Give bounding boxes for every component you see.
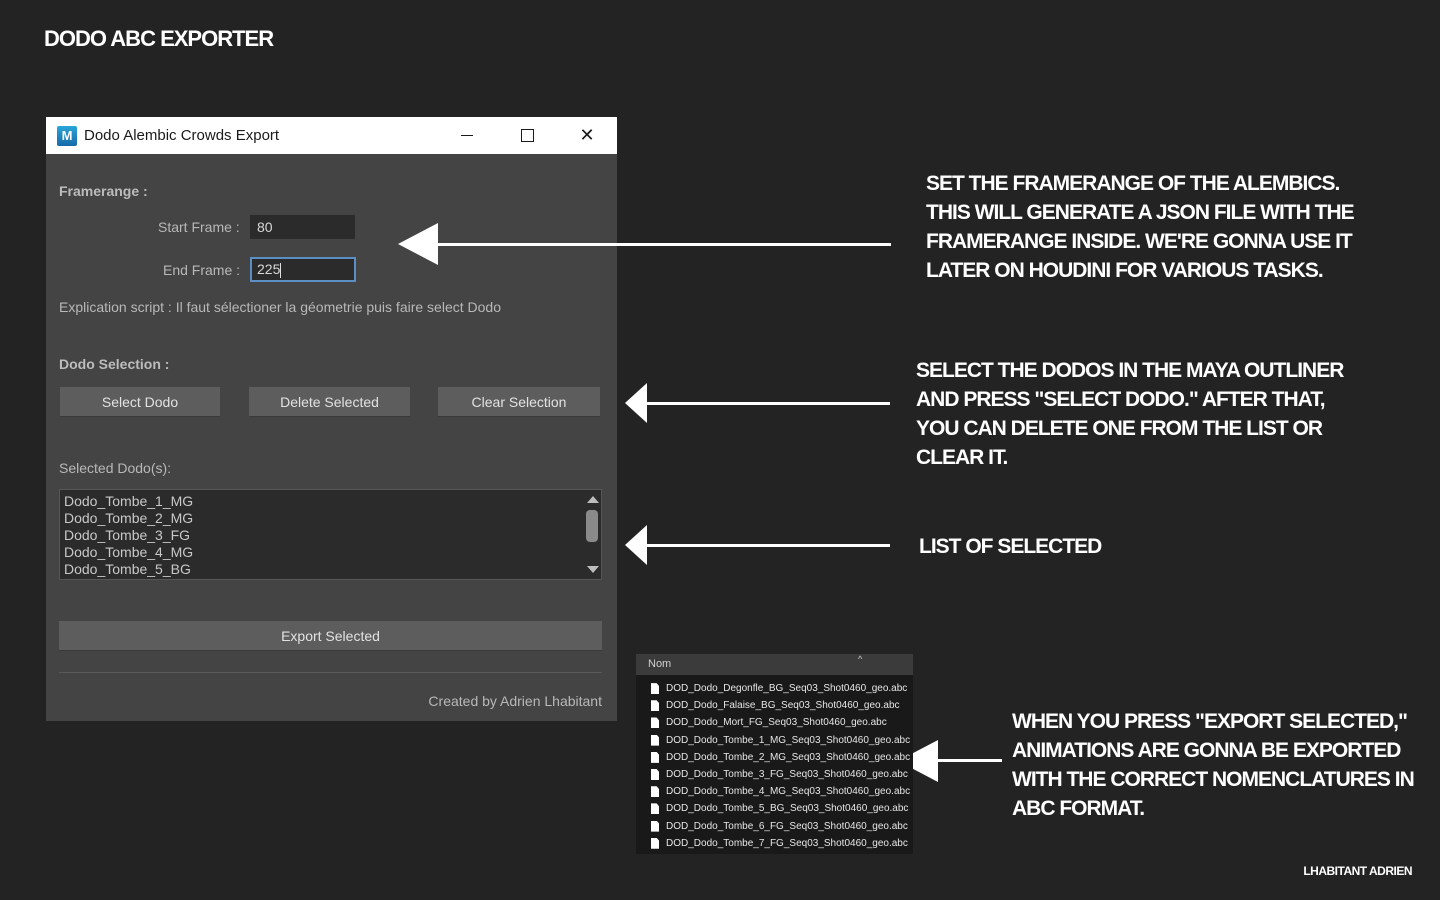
framerange-section-label: Framerange : — [59, 183, 148, 199]
file-icon — [651, 803, 659, 815]
file-row[interactable]: DOD_Dodo_Tombe_4_MG_Seq03_Shot0460_geo.a… — [636, 783, 913, 800]
file-icon — [651, 820, 659, 832]
author-signature: LHABITANT ADRIEN — [1303, 864, 1412, 878]
annotation-line: SET THE FRAMERANGE OF THE ALEMBICS. — [926, 172, 1340, 195]
annotation-line: FRAMERANGE INSIDE. WE'RE GONNA USE IT — [926, 230, 1353, 253]
annotation-line: LIST OF SELECTED — [919, 535, 1102, 558]
text-cursor — [280, 262, 282, 278]
list-item[interactable]: Dodo_Tombe_2_MG — [60, 510, 601, 527]
arrow-head-icon — [625, 383, 647, 423]
scroll-thumb[interactable] — [586, 510, 598, 542]
credit-text: Created by Adrien Lhabitant — [428, 693, 602, 709]
selected-dodos-list[interactable]: Dodo_Tombe_1_MG Dodo_Tombe_2_MG Dodo_Tombe… — [59, 489, 602, 580]
window-title: Dodo Alembic Crowds Export — [84, 127, 280, 144]
minimize-button[interactable] — [437, 117, 497, 154]
annotation-framerange: SET THE FRAMERANGE OF THE ALEMBICS. THIS … — [926, 169, 1355, 285]
annotation-line: LATER ON HOUDINI FOR VARIOUS TASKS. — [926, 259, 1324, 282]
export-selected-button[interactable]: Export Selected — [59, 621, 602, 651]
list-item[interactable]: Dodo_Tombe_3_FG — [60, 527, 601, 544]
end-frame-label: End Frame : — [163, 262, 241, 278]
divider — [59, 672, 602, 673]
annotation-line: CLEAR IT. — [916, 446, 1008, 469]
maximize-icon — [520, 129, 534, 142]
file-row[interactable]: DOD_Dodo_Tombe_6_FG_Seq03_Shot0460_geo.a… — [636, 818, 913, 835]
file-row[interactable]: DOD_Dodo_Falaise_BG_Seq03_Shot0460_geo.a… — [636, 697, 913, 714]
file-row[interactable]: DOD_Dodo_Tombe_1_MG_Seq03_Shot0460_geo.a… — [636, 732, 913, 749]
file-icon — [651, 769, 659, 781]
scroll-down-icon[interactable] — [587, 566, 599, 573]
annotation-line: SELECT THE DODOS IN THE MAYA OUTLINER — [916, 359, 1344, 382]
scroll-up-icon[interactable] — [587, 496, 599, 503]
explication-text: Explication script : Il faut sélectioner… — [59, 299, 501, 315]
file-row[interactable]: DOD_Dodo_Degonfle_BG_Seq03_Shot0460_geo.… — [636, 680, 913, 697]
file-icon — [651, 786, 659, 798]
name-column-header[interactable]: Nom ^ — [636, 654, 913, 675]
annotation-selection: SELECT THE DODOS IN THE MAYA OUTLINER AND… — [916, 356, 1344, 472]
page-title: DODO ABC EXPORTER — [44, 26, 274, 51]
arrow-head-icon — [625, 525, 647, 565]
file-name: DOD_Dodo_Tombe_6_FG_Seq03_Shot0460_geo.a… — [666, 820, 908, 832]
start-frame-input[interactable]: 80 — [250, 215, 355, 239]
file-name: DOD_Dodo_Tombe_1_MG_Seq03_Shot0460_geo.a… — [666, 734, 911, 746]
annotation-line: WITH THE CORRECT NOMENCLATURES IN — [1012, 768, 1415, 791]
file-row[interactable]: DOD_Dodo_Tombe_3_FG_Seq03_Shot0460_geo.a… — [636, 766, 913, 783]
maya-app-icon: M — [57, 125, 77, 146]
maximize-button[interactable] — [497, 117, 557, 154]
file-icon — [651, 734, 659, 746]
window-controls: ✕ — [437, 117, 617, 154]
file-name: DOD_Dodo_Tombe_2_MG_Seq03_Shot0460_geo.a… — [666, 751, 911, 763]
file-icon — [651, 683, 659, 695]
annotation-line: THIS WILL GENERATE A JSON FILE WITH THE — [926, 201, 1355, 224]
annotation-line: WHEN YOU PRESS "EXPORT SELECTED," — [1012, 710, 1408, 733]
file-explorer-panel: Nom ^ DOD_Dodo_Degonfle_BG_Seq03_Shot046… — [636, 654, 913, 854]
dodo-selection-section-label: Dodo Selection : — [59, 356, 170, 372]
annotation-line: ABC FORMAT. — [1012, 797, 1145, 820]
dodo-export-window: M Dodo Alembic Crowds Export ✕ Framerang… — [46, 117, 617, 721]
close-icon: ✕ — [579, 125, 595, 145]
file-icon — [651, 717, 659, 729]
select-dodo-button[interactable]: Select Dodo — [60, 387, 220, 417]
annotation-list: LIST OF SELECTED — [919, 532, 1102, 561]
file-name: DOD_Dodo_Tombe_4_MG_Seq03_Shot0460_geo.a… — [666, 786, 911, 798]
end-frame-input[interactable]: 225 — [250, 257, 356, 282]
file-name: DOD_Dodo_Degonfle_BG_Seq03_Shot0460_geo.… — [666, 683, 908, 695]
annotation-line: YOU CAN DELETE ONE FROM THE LIST OR — [916, 417, 1323, 440]
file-name: DOD_Dodo_Tombe_3_FG_Seq03_Shot0460_geo.a… — [666, 769, 908, 781]
file-row[interactable]: DOD_Dodo_Tombe_5_BG_Seq03_Shot0460_geo.a… — [636, 800, 913, 817]
window-titlebar[interactable]: M Dodo Alembic Crowds Export ✕ — [46, 117, 617, 154]
file-list: DOD_Dodo_Degonfle_BG_Seq03_Shot0460_geo.… — [636, 675, 913, 852]
name-column-label: Nom — [648, 658, 672, 670]
annotation-line: ANIMATIONS ARE GONNA BE EXPORTED — [1012, 739, 1401, 762]
list-scrollbar[interactable] — [583, 490, 601, 579]
file-row[interactable]: DOD_Dodo_Tombe_7_FG_Seq03_Shot0460_geo.a… — [636, 835, 913, 852]
file-name: DOD_Dodo_Mort_FG_Seq03_Shot0460_geo.abc — [666, 717, 887, 729]
annotation-line: AND PRESS "SELECT DODO." AFTER THAT, — [916, 388, 1326, 411]
file-name: DOD_Dodo_Tombe_7_FG_Seq03_Shot0460_geo.a… — [666, 837, 908, 849]
delete-selected-button[interactable]: Delete Selected — [249, 387, 410, 417]
annotation-export: WHEN YOU PRESS "EXPORT SELECTED," ANIMATI… — [1012, 707, 1415, 823]
file-icon — [651, 837, 659, 849]
file-icon — [651, 751, 659, 763]
list-item[interactable]: Dodo_Tombe_5_BG — [60, 561, 601, 578]
list-item[interactable]: Dodo_Tombe_1_MG — [60, 493, 601, 510]
minimize-icon — [461, 134, 473, 137]
end-frame-value: 225 — [257, 261, 281, 277]
file-name: DOD_Dodo_Tombe_5_BG_Seq03_Shot0460_geo.a… — [666, 803, 909, 815]
close-button[interactable]: ✕ — [557, 117, 617, 154]
selected-dodos-label: Selected Dodo(s): — [59, 460, 172, 476]
file-row[interactable]: DOD_Dodo_Tombe_2_MG_Seq03_Shot0460_geo.a… — [636, 749, 913, 766]
sort-ascending-icon: ^ — [858, 654, 863, 664]
file-row[interactable]: DOD_Dodo_Mort_FG_Seq03_Shot0460_geo.abc — [636, 714, 913, 731]
clear-selection-button[interactable]: Clear Selection — [438, 387, 600, 417]
arrow-head-icon — [398, 223, 438, 265]
file-icon — [651, 700, 659, 712]
list-item[interactable]: Dodo_Tombe_4_MG — [60, 544, 601, 561]
file-name: DOD_Dodo_Falaise_BG_Seq03_Shot0460_geo.a… — [666, 700, 900, 712]
start-frame-label: Start Frame : — [158, 219, 240, 235]
